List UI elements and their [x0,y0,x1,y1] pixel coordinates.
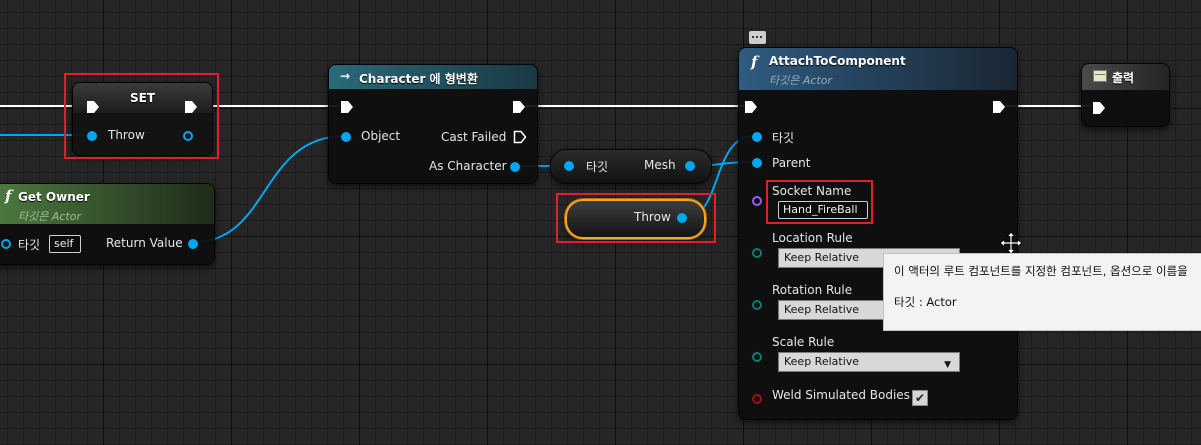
highlight-box-set [64,73,219,159]
mesh-output-pin-icon[interactable] [685,161,695,171]
exec-in-pin-icon[interactable] [1092,101,1106,115]
get-owner-node[interactable]: f Get Owner 타깃은 Actor 타깃 self Return Val… [0,183,215,265]
attach-node-title: AttachToComponent [769,54,906,68]
function-icon: f [751,53,758,71]
rotation-rule-label: Rotation Rule [772,283,853,297]
output-icon [1093,70,1107,82]
cast-failed-pin-icon[interactable] [513,130,527,144]
mesh-getter-node[interactable]: 타깃 Mesh [550,149,712,184]
exec-in-pin-icon[interactable] [340,100,354,114]
location-rule-pin-icon[interactable] [752,248,762,258]
attach-to-component-node[interactable]: f AttachToComponent 타깃은 Actor 타깃 Parent … [738,47,1018,420]
exec-out-pin-icon[interactable] [992,100,1006,114]
highlight-box-socket-name [766,180,873,224]
tooltip-description: 이 액터의 루트 컴포넌트를 지정한 컴포넌트, 옵션으로 이름을 [894,264,1188,278]
location-rule-value: Keep Relative [784,251,860,264]
chevron-down-icon: ▼ [944,360,951,370]
cast-node-title: Character 에 형변환 [359,72,478,86]
exec-out-pin-icon[interactable] [512,100,526,114]
rotation-rule-pin-icon[interactable] [752,300,762,310]
get-owner-subtitle: 타깃은 Actor [18,210,81,223]
cast-node[interactable]: → Character 에 형변환 Object Cast Failed As … [328,64,538,184]
mesh-target-pin-icon[interactable] [564,161,574,171]
mesh-target-label: 타깃 [586,160,609,174]
object-label: Object [361,129,401,143]
parent-pin-icon[interactable] [752,158,762,168]
exec-in-pin-icon[interactable] [744,100,758,114]
parent-label: Parent [772,156,811,170]
weld-simulated-label: Weld Simulated Bodies [772,388,910,402]
return-value-pin-icon[interactable] [188,239,198,249]
return-value-label: Return Value [106,236,183,250]
attach-node-subtitle: 타깃은 Actor [769,74,832,87]
weld-simulated-pin-icon[interactable] [752,394,762,404]
output-node[interactable]: 출력 [1081,63,1170,127]
function-icon: f [5,187,12,205]
get-owner-title: Get Owner [18,190,90,204]
mesh-label: Mesh [644,158,676,172]
cast-failed-label: Cast Failed [441,130,507,144]
comment-bubble-icon[interactable] [749,31,766,44]
move-cursor-icon [999,231,1023,255]
attach-target-pin-icon[interactable] [752,132,762,142]
self-value-box[interactable]: self [49,235,81,253]
location-rule-label: Location Rule [772,231,853,245]
scale-rule-dropdown[interactable]: Keep Relative ▼ [778,352,960,372]
target-input-pin-icon[interactable] [1,239,11,249]
as-character-label: As Character [429,159,507,173]
attach-target-label: 타깃 [772,131,795,145]
as-character-pin-icon[interactable] [510,162,520,172]
socket-name-pin-icon[interactable] [752,196,762,206]
highlight-box-throw [556,193,716,243]
scale-rule-label: Scale Rule [772,335,835,349]
output-node-title: 출력 [1112,71,1135,85]
node-tooltip: 이 액터의 루트 컴포넌트를 지정한 컴포넌트, 옵션으로 이름을 타깃 : A… [883,253,1201,331]
object-input-pin-icon[interactable] [341,132,351,142]
get-owner-target-label: 타깃 [18,238,41,252]
weld-simulated-checkbox-icon[interactable]: ✔ [912,390,928,406]
scale-rule-value: Keep Relative [784,355,860,368]
rotation-rule-value: Keep Relative [784,303,860,316]
tooltip-target: 타깃 : Actor [894,295,957,309]
scale-rule-pin-icon[interactable] [752,352,762,362]
cast-arrow-icon: → [340,69,351,83]
